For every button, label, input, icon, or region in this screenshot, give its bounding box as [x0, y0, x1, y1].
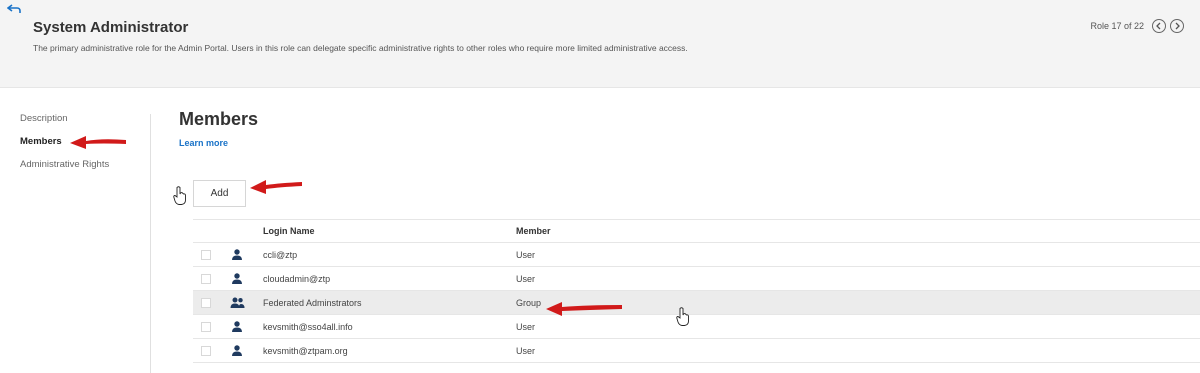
row-checkbox[interactable] — [201, 273, 211, 284]
hand-cursor-icon — [676, 307, 689, 326]
back-arrow-icon[interactable] — [7, 3, 21, 15]
table-row[interactable]: ccli@ztp User — [193, 243, 1200, 267]
chevron-left-icon — [1156, 22, 1161, 30]
row-checkbox[interactable] — [201, 321, 211, 332]
role-header: System Administrator The primary adminis… — [0, 0, 1200, 88]
login-name-cell: kevsmith@sso4all.info — [263, 321, 353, 332]
table-row[interactable]: kevsmith@sso4all.info User — [193, 315, 1200, 339]
add-button[interactable]: Add — [193, 180, 246, 207]
annotation-arrow-members — [70, 136, 126, 149]
login-name-cell: cloudadmin@ztp — [263, 273, 331, 284]
group-icon — [230, 297, 244, 308]
nav-item-description[interactable]: Description — [20, 113, 109, 124]
column-header-login-name[interactable]: Login Name — [255, 226, 508, 236]
user-icon — [232, 249, 242, 260]
row-checkbox[interactable] — [201, 249, 211, 260]
members-table: Login Name Member ccli@ztp User cloudadm… — [193, 219, 1200, 363]
annotation-arrow-group — [546, 302, 622, 316]
member-type-cell: User — [516, 345, 536, 356]
row-checkbox[interactable] — [201, 345, 211, 356]
row-checkbox[interactable] — [201, 297, 211, 308]
annotation-arrow-add — [250, 180, 302, 194]
table-row[interactable]: Federated Adminstrators Group — [193, 291, 1200, 315]
previous-role-button[interactable] — [1152, 19, 1166, 33]
hand-cursor-icon — [173, 186, 186, 205]
member-type-cell: User — [516, 273, 536, 284]
user-icon — [232, 273, 242, 284]
member-type-cell: User — [516, 249, 536, 260]
table-row[interactable]: kevsmith@ztpam.org User — [193, 339, 1200, 363]
user-icon — [232, 321, 242, 332]
column-header-member[interactable]: Member — [508, 226, 1200, 236]
sidebar-divider — [150, 114, 151, 373]
role-counter: Role 17 of 22 — [1090, 21, 1144, 31]
login-name-cell: Federated Adminstrators — [263, 297, 362, 308]
role-pager: Role 17 of 22 — [1090, 19, 1184, 33]
nav-item-administrative-rights[interactable]: Administrative Rights — [20, 159, 109, 170]
login-name-cell: kevsmith@ztpam.org — [263, 345, 348, 356]
table-header-row: Login Name Member — [193, 219, 1200, 243]
page-title: System Administrator — [33, 19, 189, 36]
chevron-right-icon — [1175, 22, 1180, 30]
user-icon — [232, 345, 242, 356]
member-type-cell: User — [516, 321, 536, 332]
role-description: The primary administrative role for the … — [33, 43, 688, 53]
next-role-button[interactable] — [1170, 19, 1184, 33]
learn-more-link[interactable]: Learn more — [179, 138, 228, 148]
table-row[interactable]: cloudadmin@ztp User — [193, 267, 1200, 291]
login-name-cell: ccli@ztp — [263, 249, 298, 260]
section-title: Members — [179, 109, 259, 129]
